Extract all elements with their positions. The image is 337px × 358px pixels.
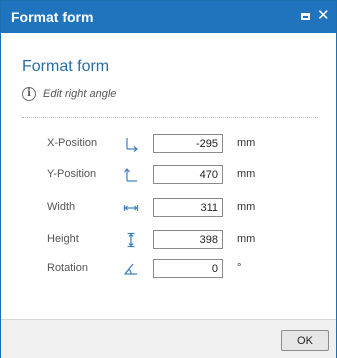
ok-button[interactable]: OK xyxy=(281,330,329,351)
form-heading: Format form xyxy=(22,58,110,75)
window-title: Format form xyxy=(11,9,94,25)
width-unit: mm xyxy=(237,201,256,213)
x-position-unit: mm xyxy=(237,137,256,149)
height-input[interactable] xyxy=(153,230,223,249)
dialog-footer: OK xyxy=(1,319,336,358)
width-icon xyxy=(123,205,139,211)
height-unit: mm xyxy=(237,233,256,245)
rotation-label: Rotation xyxy=(47,262,88,274)
width-input[interactable] xyxy=(153,198,223,217)
form-subtitle: Edit right angle xyxy=(43,88,117,100)
x-position-input[interactable] xyxy=(153,134,223,153)
y-position-input[interactable] xyxy=(153,165,223,184)
rotation-unit: ° xyxy=(237,262,242,274)
x-position-label: X-Position xyxy=(47,137,98,149)
width-label: Width xyxy=(47,201,76,213)
format-form-window: Format form ✕ Format form i Edit right a… xyxy=(0,0,337,358)
titlebar: Format form ✕ xyxy=(1,1,336,33)
y-position-icon xyxy=(124,168,137,182)
x-position-icon xyxy=(126,138,138,152)
y-position-row: Y-Position mm xyxy=(1,165,336,185)
info-icon: i xyxy=(22,87,36,101)
height-label: Height xyxy=(47,233,79,245)
rotation-icon xyxy=(124,263,137,275)
restore-icon[interactable] xyxy=(301,13,310,20)
rotation-row: Rotation ° xyxy=(1,259,336,279)
height-row: Height mm xyxy=(1,230,336,250)
x-position-row: X-Position mm xyxy=(1,134,336,154)
rotation-input[interactable] xyxy=(153,259,223,278)
close-icon[interactable]: ✕ xyxy=(317,8,331,24)
height-icon xyxy=(127,232,135,248)
width-row: Width mm xyxy=(1,198,336,218)
divider xyxy=(22,117,318,118)
y-position-unit: mm xyxy=(237,168,256,180)
y-position-label: Y-Position xyxy=(47,168,97,180)
